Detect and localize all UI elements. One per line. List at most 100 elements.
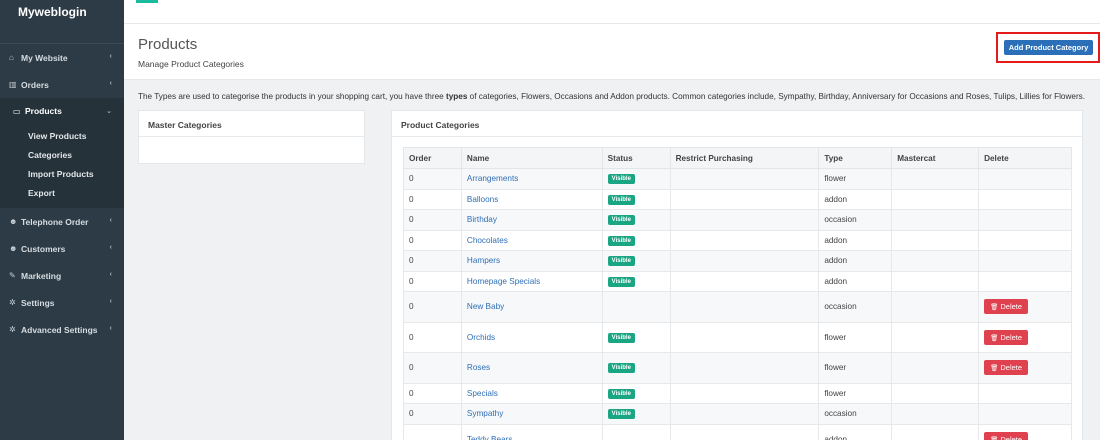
cell-type: addon [818,229,893,251]
submenu-categories[interactable]: Categories [0,145,124,164]
categories-table-body: 0 Arrangements Visible flower 0 Balloons Visib… [403,168,1072,440]
column-header-order[interactable]: Order [403,147,462,169]
sidebar-item-products[interactable]: ▭ Products ⌄ [0,98,124,124]
status-badge: Visible [607,388,635,399]
cell-status: Visible [601,250,671,272]
trash-icon: 🗑 [990,334,999,342]
add-product-category-button[interactable]: Add Product Category [1004,40,1093,55]
column-header-mastercat[interactable]: Mastercat [891,147,980,169]
delete-label: Delete [1000,363,1023,373]
submenu-import-products[interactable]: Import Products [0,164,124,183]
status-badge: Visible [607,363,635,374]
sidebar-item-label: Products [25,106,62,116]
sidebar-item-orders[interactable]: ▥ Orders ‹ [0,71,124,98]
status-badge: Visible [607,276,635,287]
cell-type: addon [818,270,893,292]
delete-button[interactable]: 🗑Delete [984,299,1029,315]
category-name-link[interactable]: Roses [467,363,490,372]
cell-name: Hampers [460,250,603,272]
cell-mastercat [891,250,980,272]
column-header-delete[interactable]: Delete [978,147,1072,169]
submenu-export[interactable]: Export [0,183,124,202]
cell-order [403,423,462,440]
cell-delete [978,270,1072,292]
sidebar-item-my-website[interactable]: ⌂ My Website ‹ [0,44,124,71]
table-header-row: Order Name Status Restrict Purchasing Ty… [403,147,1072,169]
sidebar-item-label: Orders [21,79,49,90]
column-header-restrict-purchasing[interactable]: Restrict Purchasing [669,147,820,169]
sidebar-nav: ⌂ My Website ‹ ▥ Orders ‹ ▭ Products ⌄ V… [0,44,124,343]
cell-type: occasion [818,403,893,425]
sidebar-item-label: Settings [21,297,55,308]
category-name-link[interactable]: Balloons [467,195,498,204]
table-row: 0 New Baby occasion 🗑 Delete [403,291,1072,323]
cell-order: 0 [403,382,462,404]
users-icon: ☻ [9,244,18,253]
gears-icon: ✲ [9,325,16,334]
category-name-link[interactable]: Arrangements [467,174,518,183]
sidebar-item-advanced-settings[interactable]: ✲ Advanced Settings ‹ [0,316,124,343]
cell-type: addon [818,423,893,440]
category-name-link[interactable]: New Baby [467,302,504,311]
category-name-link[interactable]: Chocolates [467,236,508,245]
trash-icon: 🗑 [990,365,999,373]
chevron-left-icon: ‹ [109,271,112,278]
category-name-link[interactable]: Birthday [467,215,497,224]
product-categories-panel: Product Categories Order Name Status Res… [391,110,1083,440]
table-row: 0 Orchids Visible flower 🗑 Delete [403,321,1072,353]
cell-mastercat [891,270,980,292]
active-tab-indicator[interactable] [136,0,158,3]
products-submenu: View Products Categories Import Products… [0,124,124,208]
cell-delete [978,188,1072,210]
info-text-before: The Types are used to categorise the pro… [138,92,446,101]
cell-mastercat [891,188,980,210]
chevron-left-icon: ‹ [109,53,112,60]
category-name-link[interactable]: Homepage Specials [467,277,540,286]
table-row: 0 Sympathy Visible occasion [403,403,1072,425]
cell-order: 0 [403,270,462,292]
cell-type: flower [818,352,893,384]
delete-button[interactable]: 🗑Delete [984,329,1029,345]
delete-button[interactable]: 🗑Delete [984,431,1029,440]
cell-order: 0 [403,403,462,425]
cell-delete [978,250,1072,272]
category-name-link[interactable]: Sympathy [467,409,503,418]
table-row: 0 Chocolates Visible addon [403,229,1072,251]
submenu-view-products[interactable]: View Products [0,126,124,145]
home-icon: ⌂ [9,53,14,62]
cell-restrict-purchasing [669,382,820,404]
sidebar-item-label: Advanced Settings [21,324,98,335]
category-name-link[interactable]: Specials [467,389,498,398]
cell-name: Specials [460,382,603,404]
category-name-link[interactable]: Orchids [467,333,495,342]
cell-order: 0 [403,209,462,231]
cell-name: New Baby [460,291,603,323]
cell-delete [978,168,1072,190]
cell-restrict-purchasing [669,291,820,323]
cell-status [601,291,671,323]
highlight-box: Add Product Category [996,32,1100,63]
brand-logo[interactable]: Myweblogin [0,0,124,44]
delete-label: Delete [1000,434,1023,440]
cell-restrict-purchasing [669,168,820,190]
page-header: Products Manage Product Categories Add P… [124,24,1100,80]
sidebar-item-customers[interactable]: ☻ Customers ‹ [0,235,124,262]
monitor-icon: ▭ [13,106,21,116]
sidebar-item-label: Customers [21,243,66,254]
sidebar-item-label: Marketing [21,270,62,281]
panel-title: Product Categories [392,111,1082,137]
table-row: 0 Roses Visible flower 🗑 Delete [403,352,1072,384]
column-header-name[interactable]: Name [460,147,603,169]
column-header-type[interactable]: Type [818,147,893,169]
column-header-status[interactable]: Status [601,147,671,169]
cell-order: 0 [403,168,462,190]
table-row: 0 Homepage Specials Visible addon [403,270,1072,292]
sidebar-item-label: Telephone Order [21,216,89,227]
category-name-link[interactable]: Hampers [467,256,500,265]
sidebar-item-telephone-order[interactable]: ☻ Telephone Order ‹ [0,208,124,235]
delete-button[interactable]: 🗑Delete [984,360,1029,376]
sidebar-item-settings[interactable]: ✲ Settings ‹ [0,289,124,316]
table-row: 0 Hampers Visible addon [403,250,1072,272]
category-name-link[interactable]: Teddy Bears [467,435,513,440]
sidebar-item-marketing[interactable]: ✎ Marketing ‹ [0,262,124,289]
